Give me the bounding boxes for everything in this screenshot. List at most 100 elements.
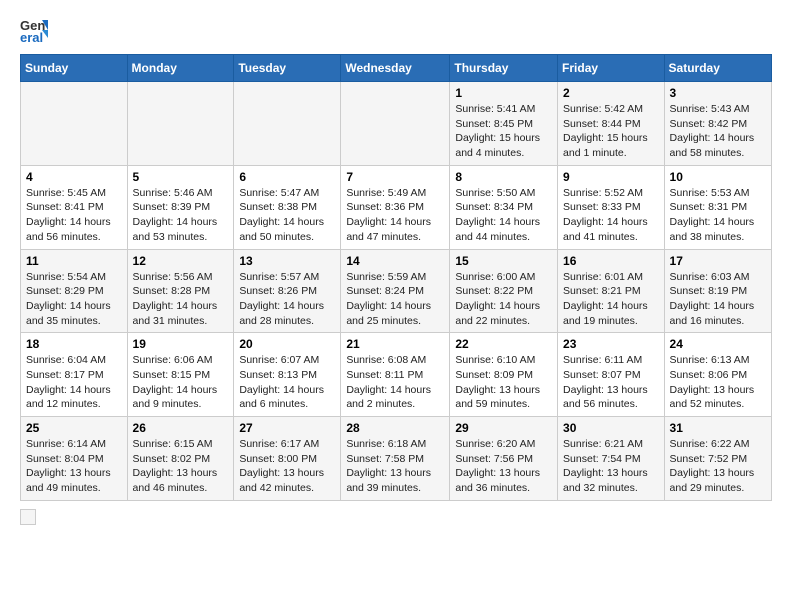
day-info: Sunrise: 6:01 AM Sunset: 8:21 PM Dayligh… <box>563 270 659 329</box>
day-info: Sunrise: 6:15 AM Sunset: 8:02 PM Dayligh… <box>133 437 229 496</box>
header-friday: Friday <box>558 55 665 82</box>
logo: Gen eral <box>20 16 52 44</box>
day-number: 23 <box>563 337 659 351</box>
calendar-cell: 28 Sunrise: 6:18 AM Sunset: 7:58 PM Dayli… <box>341 417 450 501</box>
day-number: 20 <box>239 337 335 351</box>
calendar-cell: 13 Sunrise: 5:57 AM Sunset: 8:26 PM Dayli… <box>234 249 341 333</box>
day-info: Sunrise: 6:21 AM Sunset: 7:54 PM Dayligh… <box>563 437 659 496</box>
calendar-cell: 15 Sunrise: 6:00 AM Sunset: 8:22 PM Dayli… <box>450 249 558 333</box>
calendar-cell <box>127 82 234 166</box>
day-number: 15 <box>455 254 552 268</box>
calendar-cell: 31 Sunrise: 6:22 AM Sunset: 7:52 PM Dayli… <box>664 417 771 501</box>
calendar-cell: 29 Sunrise: 6:20 AM Sunset: 7:56 PM Dayli… <box>450 417 558 501</box>
day-number: 27 <box>239 421 335 435</box>
calendar-cell: 11 Sunrise: 5:54 AM Sunset: 8:29 PM Dayli… <box>21 249 128 333</box>
day-number: 28 <box>346 421 444 435</box>
calendar-cell: 6 Sunrise: 5:47 AM Sunset: 8:38 PM Daylig… <box>234 165 341 249</box>
day-number: 29 <box>455 421 552 435</box>
header-thursday: Thursday <box>450 55 558 82</box>
day-info: Sunrise: 5:53 AM Sunset: 8:31 PM Dayligh… <box>670 186 766 245</box>
calendar-header-row: SundayMondayTuesdayWednesdayThursdayFrid… <box>21 55 772 82</box>
day-number: 22 <box>455 337 552 351</box>
calendar-cell: 18Sunrise: 6:04 AM Sunset: 8:17 PM Dayli… <box>21 333 128 417</box>
day-info: Sunrise: 5:47 AM Sunset: 8:38 PM Dayligh… <box>239 186 335 245</box>
day-info: Sunrise: 6:14 AM Sunset: 8:04 PM Dayligh… <box>26 437 122 496</box>
calendar-cell: 30 Sunrise: 6:21 AM Sunset: 7:54 PM Dayli… <box>558 417 665 501</box>
day-number: 12 <box>133 254 229 268</box>
day-info: Sunrise: 5:52 AM Sunset: 8:33 PM Dayligh… <box>563 186 659 245</box>
day-info: Sunrise: 5:42 AM Sunset: 8:44 PM Dayligh… <box>563 102 659 161</box>
day-info: Sunrise: 5:54 AM Sunset: 8:29 PM Dayligh… <box>26 270 122 329</box>
day-info: Sunrise: 6:18 AM Sunset: 7:58 PM Dayligh… <box>346 437 444 496</box>
day-number: 11 <box>26 254 122 268</box>
day-info: Sunrise: 6:20 AM Sunset: 7:56 PM Dayligh… <box>455 437 552 496</box>
day-number: 14 <box>346 254 444 268</box>
calendar-cell: 16 Sunrise: 6:01 AM Sunset: 8:21 PM Dayli… <box>558 249 665 333</box>
calendar-cell: 14 Sunrise: 5:59 AM Sunset: 8:24 PM Dayli… <box>341 249 450 333</box>
day-number: 3 <box>670 86 766 100</box>
calendar-cell <box>341 82 450 166</box>
day-number: 10 <box>670 170 766 184</box>
day-info: Sunrise: 5:41 AM Sunset: 8:45 PM Dayligh… <box>455 102 552 161</box>
day-info: Sunrise: 5:59 AM Sunset: 8:24 PM Dayligh… <box>346 270 444 329</box>
calendar-cell: 24 Sunrise: 6:13 AM Sunset: 8:06 PM Dayli… <box>664 333 771 417</box>
day-info: Sunrise: 6:03 AM Sunset: 8:19 PM Dayligh… <box>670 270 766 329</box>
day-number: 7 <box>346 170 444 184</box>
day-number: 4 <box>26 170 122 184</box>
calendar-cell: 10 Sunrise: 5:53 AM Sunset: 8:31 PM Dayli… <box>664 165 771 249</box>
calendar-cell: 27 Sunrise: 6:17 AM Sunset: 8:00 PM Dayli… <box>234 417 341 501</box>
day-info: Sunrise: 6:11 AM Sunset: 8:07 PM Dayligh… <box>563 353 659 412</box>
calendar-cell: 20 Sunrise: 6:07 AM Sunset: 8:13 PM Dayli… <box>234 333 341 417</box>
day-info: Sunrise: 6:10 AM Sunset: 8:09 PM Dayligh… <box>455 353 552 412</box>
calendar-cell: 25 Sunrise: 6:14 AM Sunset: 8:04 PM Dayli… <box>21 417 128 501</box>
day-info: Sunrise: 6:22 AM Sunset: 7:52 PM Dayligh… <box>670 437 766 496</box>
header-monday: Monday <box>127 55 234 82</box>
logo-icon: Gen eral <box>20 16 48 44</box>
day-number: 21 <box>346 337 444 351</box>
svg-text:eral: eral <box>20 30 43 44</box>
day-number: 26 <box>133 421 229 435</box>
calendar-cell: 9 Sunrise: 5:52 AM Sunset: 8:33 PM Daylig… <box>558 165 665 249</box>
calendar-cell: 12 Sunrise: 5:56 AM Sunset: 8:28 PM Dayli… <box>127 249 234 333</box>
calendar-cell: 26 Sunrise: 6:15 AM Sunset: 8:02 PM Dayli… <box>127 417 234 501</box>
header-wednesday: Wednesday <box>341 55 450 82</box>
calendar-week-4: 18Sunrise: 6:04 AM Sunset: 8:17 PM Dayli… <box>21 333 772 417</box>
day-number: 6 <box>239 170 335 184</box>
day-info: Sunrise: 6:17 AM Sunset: 8:00 PM Dayligh… <box>239 437 335 496</box>
day-number: 31 <box>670 421 766 435</box>
day-number: 8 <box>455 170 552 184</box>
calendar-footer <box>20 509 772 525</box>
day-number: 30 <box>563 421 659 435</box>
day-number: 1 <box>455 86 552 100</box>
day-number: 24 <box>670 337 766 351</box>
day-info: Sunrise: 5:45 AM Sunset: 8:41 PM Dayligh… <box>26 186 122 245</box>
day-number: 9 <box>563 170 659 184</box>
day-info: Sunrise: 5:46 AM Sunset: 8:39 PM Dayligh… <box>133 186 229 245</box>
day-info: Sunrise: 6:06 AM Sunset: 8:15 PM Dayligh… <box>133 353 229 412</box>
calendar-week-1: 1 Sunrise: 5:41 AM Sunset: 8:45 PM Daylig… <box>21 82 772 166</box>
day-number: 16 <box>563 254 659 268</box>
header-tuesday: Tuesday <box>234 55 341 82</box>
calendar-cell <box>21 82 128 166</box>
day-number: 25 <box>26 421 122 435</box>
day-number: 13 <box>239 254 335 268</box>
day-info: Sunrise: 6:00 AM Sunset: 8:22 PM Dayligh… <box>455 270 552 329</box>
day-info: Sunrise: 6:08 AM Sunset: 8:11 PM Dayligh… <box>346 353 444 412</box>
calendar-week-2: 4 Sunrise: 5:45 AM Sunset: 8:41 PM Daylig… <box>21 165 772 249</box>
day-number: 2 <box>563 86 659 100</box>
day-info: Sunrise: 5:56 AM Sunset: 8:28 PM Dayligh… <box>133 270 229 329</box>
day-info: Sunrise: 6:07 AM Sunset: 8:13 PM Dayligh… <box>239 353 335 412</box>
day-info: Sunrise: 5:57 AM Sunset: 8:26 PM Dayligh… <box>239 270 335 329</box>
calendar-week-3: 11 Sunrise: 5:54 AM Sunset: 8:29 PM Dayli… <box>21 249 772 333</box>
calendar-cell <box>234 82 341 166</box>
calendar-cell: 3Sunrise: 5:43 AM Sunset: 8:42 PM Daylig… <box>664 82 771 166</box>
calendar-cell: 5Sunrise: 5:46 AM Sunset: 8:39 PM Daylig… <box>127 165 234 249</box>
calendar-table: SundayMondayTuesdayWednesdayThursdayFrid… <box>20 54 772 501</box>
header-saturday: Saturday <box>664 55 771 82</box>
day-number: 18 <box>26 337 122 351</box>
calendar-cell: 1 Sunrise: 5:41 AM Sunset: 8:45 PM Daylig… <box>450 82 558 166</box>
day-number: 19 <box>133 337 229 351</box>
header-sunday: Sunday <box>21 55 128 82</box>
calendar-cell: 2 Sunrise: 5:42 AM Sunset: 8:44 PM Daylig… <box>558 82 665 166</box>
day-info: Sunrise: 6:13 AM Sunset: 8:06 PM Dayligh… <box>670 353 766 412</box>
